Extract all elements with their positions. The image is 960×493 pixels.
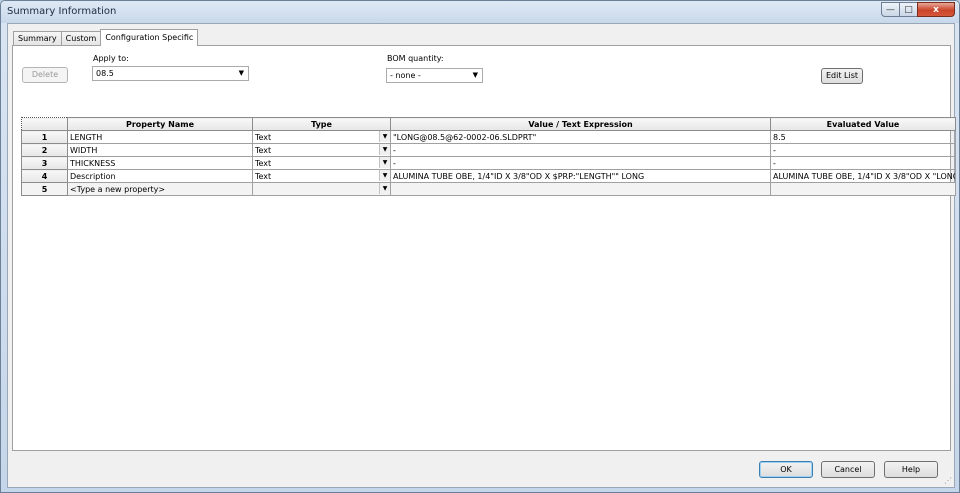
type-cell[interactable]: Text ▼ [252, 143, 391, 157]
evaluated-value-cell: - [770, 156, 956, 170]
minimize-button[interactable]: — [881, 2, 900, 17]
dropdown-arrow-icon[interactable]: ▼ [379, 144, 390, 155]
close-button[interactable]: x [917, 2, 955, 17]
evaluated-value-cell [770, 182, 956, 196]
caption-buttons: — □ x [881, 2, 955, 18]
ok-button[interactable]: OK [759, 461, 813, 478]
row-number[interactable]: 1 [21, 130, 68, 144]
configuration-specific-panel: Delete Apply to: 08.5 ▼ BOM quantity: - … [12, 45, 956, 451]
tab-custom[interactable]: Custom [60, 31, 102, 46]
table-row: 3 THICKNESS Text ▼ - - [21, 156, 956, 170]
tab-strip: Summary Custom Configuration Specific [13, 29, 199, 46]
column-header-value-expression[interactable]: Value / Text Expression [390, 117, 771, 131]
grid-corner[interactable] [21, 117, 68, 131]
delete-button[interactable]: Delete [22, 67, 68, 83]
dropdown-arrow-icon[interactable]: ▼ [379, 157, 390, 168]
maximize-button[interactable]: □ [899, 2, 918, 17]
property-name-cell[interactable]: WIDTH [67, 143, 253, 157]
type-cell[interactable]: Text ▼ [252, 169, 391, 183]
apply-to-label: Apply to: [93, 54, 129, 63]
chevron-down-icon: ▼ [238, 69, 244, 77]
tab-summary[interactable]: Summary [13, 31, 62, 46]
table-row: 2 WIDTH Text ▼ - - [21, 143, 956, 157]
evaluated-value-cell: - [770, 143, 956, 157]
value-expression-cell[interactable]: - [390, 143, 771, 157]
dropdown-arrow-icon[interactable]: ▼ [379, 170, 390, 181]
apply-to-value: 08.5 [96, 69, 114, 78]
row-number[interactable]: 3 [21, 156, 68, 170]
value-expression-cell[interactable]: "LONG@08.5@62-0002-06.SLDPRT" [390, 130, 771, 144]
column-header-property-name[interactable]: Property Name [67, 117, 253, 131]
title-bar[interactable]: Summary Information — □ x [1, 1, 959, 23]
type-value: Text [255, 145, 272, 155]
table-row: 4 Description Text ▼ ALUMINA TUBE OBE, 1/… [21, 169, 956, 183]
row-number[interactable]: 4 [21, 169, 68, 183]
property-name-cell[interactable]: THICKNESS [67, 156, 253, 170]
property-name-cell[interactable]: LENGTH [67, 130, 253, 144]
cancel-button[interactable]: Cancel [821, 461, 875, 478]
edit-list-button[interactable]: Edit List [821, 68, 863, 84]
dropdown-arrow-icon[interactable]: ▼ [379, 183, 390, 194]
chevron-down-icon: ▼ [472, 71, 478, 79]
properties-grid: Property Name Type Value / Text Expressi… [21, 117, 956, 196]
resize-grip-icon[interactable]: ⋰ [944, 476, 952, 485]
row-number[interactable]: 5 [21, 182, 68, 196]
row-number[interactable]: 2 [21, 143, 68, 157]
bom-quantity-value: - none - [390, 71, 421, 80]
value-expression-cell[interactable] [390, 182, 771, 196]
type-value: Text [255, 158, 272, 168]
type-cell[interactable]: ▼ [252, 182, 391, 196]
bom-quantity-label: BOM quantity: [387, 54, 444, 63]
type-value: Text [255, 132, 272, 142]
type-cell[interactable]: Text ▼ [252, 130, 391, 144]
dialog-client: Summary Custom Configuration Specific De… [7, 23, 956, 488]
dropdown-arrow-icon[interactable]: ▼ [379, 131, 390, 142]
summary-information-window: Summary Information — □ x Summary Custom… [0, 0, 960, 493]
property-name-cell[interactable]: Description [67, 169, 253, 183]
window-title: Summary Information [7, 6, 117, 17]
column-header-type[interactable]: Type [252, 117, 391, 131]
tab-configuration-specific[interactable]: Configuration Specific [100, 29, 199, 46]
new-property-row: 5 <Type a new property> ▼ [21, 182, 956, 196]
value-expression-cell[interactable]: - [390, 156, 771, 170]
value-expression-cell[interactable]: ALUMINA TUBE OBE, 1/4"ID X 3/8"OD X $PRP… [390, 169, 771, 183]
new-property-name-cell[interactable]: <Type a new property> [67, 182, 253, 196]
apply-to-select[interactable]: 08.5 ▼ [92, 66, 249, 81]
grid-header-row: Property Name Type Value / Text Expressi… [21, 117, 956, 131]
help-button[interactable]: Help [884, 461, 938, 478]
type-value: Text [255, 171, 272, 181]
evaluated-value-cell: ALUMINA TUBE OBE, 1/4"ID X 3/8"OD X "LON… [770, 169, 956, 183]
column-header-evaluated-value[interactable]: Evaluated Value [770, 117, 956, 131]
type-cell[interactable]: Text ▼ [252, 156, 391, 170]
evaluated-value-cell: 8.5 [770, 130, 956, 144]
bom-quantity-select[interactable]: - none - ▼ [386, 68, 483, 83]
table-row: 1 LENGTH Text ▼ "LONG@08.5@62-0002-06.SLD… [21, 130, 956, 144]
